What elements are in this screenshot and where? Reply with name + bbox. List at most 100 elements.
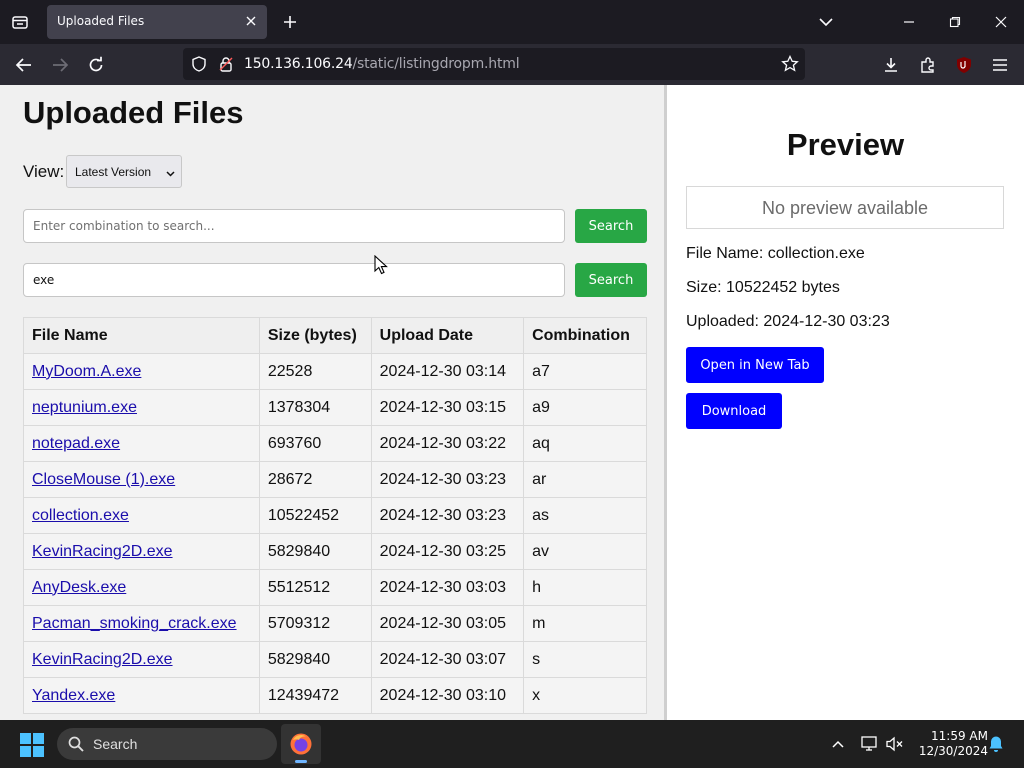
cell-combination: m: [523, 605, 647, 642]
cell-combination: ar: [523, 461, 647, 498]
file-link[interactable]: KevinRacing2D.exe: [32, 543, 173, 560]
preview-size: Size: 10522452 bytes: [686, 279, 840, 296]
cell-size: 693760: [258, 425, 372, 462]
tab-bar: Uploaded Files: [0, 0, 1024, 44]
cell-combination: a9: [523, 389, 647, 426]
new-tab-icon[interactable]: [278, 10, 302, 34]
forward-arrow-icon[interactable]: [47, 52, 73, 78]
downloads-icon[interactable]: [878, 52, 904, 78]
header-combination: Combination: [523, 317, 647, 354]
table-row: Yandex.exe 12439472 2024-12-30 03:10 x: [23, 677, 647, 714]
volume-muted-icon[interactable]: [885, 734, 905, 754]
taskbar-search[interactable]: Search: [57, 728, 277, 760]
file-link[interactable]: collection.exe: [32, 507, 129, 524]
cell-upload-date: 2024-12-30 03:25: [370, 533, 525, 570]
close-tab-icon[interactable]: [243, 13, 259, 29]
chevron-up-icon[interactable]: [828, 734, 848, 754]
table-row: collection.exe 10522452 2024-12-30 03:23 as: [23, 497, 647, 534]
cell-combination: a7: [523, 353, 647, 390]
file-link[interactable]: notepad.exe: [32, 435, 120, 452]
file-link[interactable]: Pacman_smoking_crack.exe: [32, 615, 237, 632]
open-new-tab-button[interactable]: Open in New Tab: [686, 347, 824, 383]
cell-file-name: Yandex.exe: [23, 677, 260, 714]
cell-upload-date: 2024-12-30 03:23: [370, 461, 525, 498]
view-select[interactable]: Latest Version: [66, 155, 182, 188]
file-link[interactable]: neptunium.exe: [32, 399, 137, 416]
file-list-panel: Uploaded Files View: Latest Version Sear…: [0, 85, 664, 720]
filename-search-input[interactable]: [23, 263, 565, 297]
windows-start-icon[interactable]: [20, 733, 44, 757]
url-host: 150.136.106.24: [244, 56, 353, 72]
cell-upload-date: 2024-12-30 03:05: [370, 605, 525, 642]
url-text[interactable]: 150.136.106.24/static/listingdropm.html: [244, 56, 520, 72]
file-link[interactable]: AnyDesk.exe: [32, 579, 126, 596]
back-arrow-icon[interactable]: [11, 52, 37, 78]
tab-list-icon[interactable]: [6, 8, 34, 36]
chevron-down-icon[interactable]: [814, 10, 838, 34]
extensions-icon[interactable]: [915, 52, 941, 78]
combination-search-input[interactable]: [23, 209, 565, 243]
file-link[interactable]: KevinRacing2D.exe: [32, 651, 173, 668]
cell-size: 10522452: [258, 497, 372, 534]
tab-title: Uploaded Files: [57, 14, 145, 28]
firefox-taskbar-icon[interactable]: [281, 724, 321, 764]
table-row: CloseMouse (1).exe 28672 2024-12-30 03:23 a…: [23, 461, 647, 498]
file-link[interactable]: Yandex.exe: [32, 687, 115, 704]
cell-size: 12439472: [258, 677, 372, 714]
hamburger-menu-icon[interactable]: [987, 52, 1013, 78]
preview-uploaded: Uploaded: 2024-12-30 03:23: [686, 313, 890, 330]
reload-icon[interactable]: [83, 52, 109, 78]
url-bar[interactable]: 150.136.106.24/static/listingdropm.html: [183, 48, 805, 80]
cell-upload-date: 2024-12-30 03:15: [370, 389, 525, 426]
file-link[interactable]: MyDoom.A.exe: [32, 363, 141, 380]
ublock-origin-icon[interactable]: [951, 52, 977, 78]
close-window-icon[interactable]: [989, 10, 1013, 34]
notification-bell-icon[interactable]: [986, 734, 1006, 754]
cell-file-name: neptunium.exe: [23, 389, 260, 426]
cell-size: 5829840: [258, 641, 372, 678]
minimize-icon[interactable]: [897, 10, 921, 34]
mouse-cursor-icon: [374, 254, 388, 280]
files-table: File Name Size (bytes) Upload Date Combi…: [23, 317, 647, 714]
preview-box: No preview available: [686, 186, 1004, 229]
page-content: Uploaded Files View: Latest Version Sear…: [0, 85, 1024, 720]
table-header-row: File Name Size (bytes) Upload Date Combi…: [23, 317, 647, 354]
cell-size: 5512512: [258, 569, 372, 606]
active-app-indicator: [295, 760, 307, 763]
preview-file-name: File Name: collection.exe: [686, 245, 865, 262]
cell-file-name: KevinRacing2D.exe: [23, 641, 260, 678]
cell-combination: av: [523, 533, 647, 570]
network-icon[interactable]: [860, 734, 880, 754]
cell-file-name: MyDoom.A.exe: [23, 353, 260, 390]
cell-file-name: collection.exe: [23, 497, 260, 534]
header-upload-date: Upload Date: [370, 317, 525, 354]
bookmark-star-icon[interactable]: [781, 54, 799, 78]
nav-bar: 150.136.106.24/static/listingdropm.html: [0, 44, 1024, 85]
cell-upload-date: 2024-12-30 03:14: [370, 353, 525, 390]
system-clock[interactable]: 11:59 AM 12/30/2024: [912, 729, 988, 759]
cell-upload-date: 2024-12-30 03:23: [370, 497, 525, 534]
table-row: neptunium.exe 1378304 2024-12-30 03:15 a9: [23, 389, 647, 426]
taskbar: Search 11:59 AM 12/30/2024: [0, 720, 1024, 768]
download-button[interactable]: Download: [686, 393, 782, 429]
cell-size: 22528: [258, 353, 372, 390]
browser-tab[interactable]: Uploaded Files: [47, 5, 267, 39]
cell-file-name: KevinRacing2D.exe: [23, 533, 260, 570]
table-row: MyDoom.A.exe 22528 2024-12-30 03:14 a7: [23, 353, 647, 390]
cell-upload-date: 2024-12-30 03:22: [370, 425, 525, 462]
restore-icon[interactable]: [943, 10, 967, 34]
shield-icon[interactable]: [191, 56, 207, 77]
taskbar-search-label: Search: [93, 736, 138, 752]
combination-search-button[interactable]: Search: [575, 209, 647, 243]
file-link[interactable]: CloseMouse (1).exe: [32, 471, 175, 488]
chevron-down-icon: [166, 166, 175, 180]
header-file-name: File Name: [23, 317, 260, 354]
cell-file-name: AnyDesk.exe: [23, 569, 260, 606]
filename-search-button[interactable]: Search: [575, 263, 647, 297]
table-row: KevinRacing2D.exe 5829840 2024-12-30 03:07…: [23, 641, 647, 678]
cell-combination: as: [523, 497, 647, 534]
table-row: AnyDesk.exe 5512512 2024-12-30 03:03 h: [23, 569, 647, 606]
insecure-lock-icon[interactable]: [218, 56, 234, 77]
cell-combination: x: [523, 677, 647, 714]
url-path: /static/listingdropm.html: [352, 56, 520, 72]
